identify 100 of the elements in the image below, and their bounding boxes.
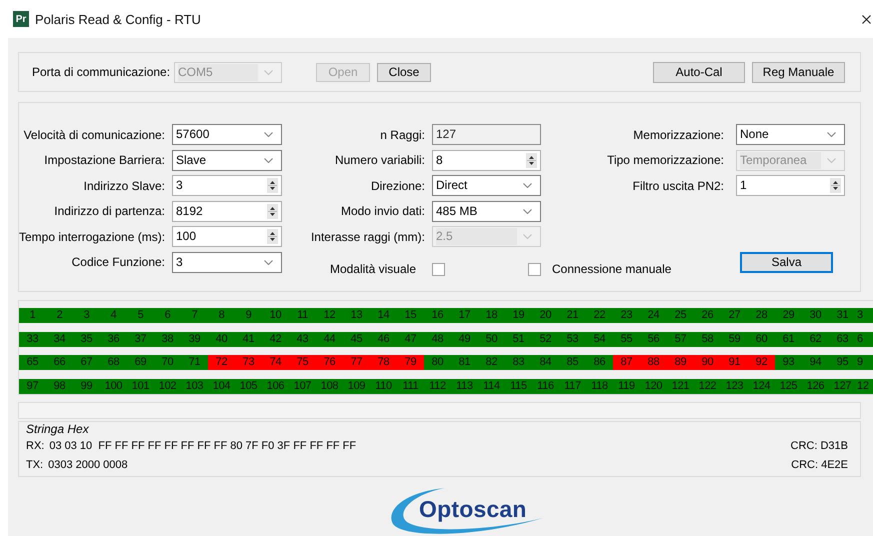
dropdown[interactable]: 485 MB bbox=[432, 200, 541, 222]
beam-cell: 8 bbox=[208, 308, 235, 323]
beam-cell: 90 bbox=[694, 355, 721, 370]
spin-box[interactable]: 100 bbox=[172, 226, 282, 248]
save-button[interactable]: Salva bbox=[740, 252, 833, 273]
beam-cell: 50 bbox=[478, 332, 505, 347]
section-title: Stringa Hex bbox=[26, 423, 90, 436]
beam-cell: 111 bbox=[397, 379, 424, 394]
beam-cell: 39 bbox=[181, 332, 208, 347]
crc-value: CRC: D31B bbox=[790, 440, 848, 452]
beam-cell: 3 bbox=[73, 308, 100, 323]
beam-cell: 3 bbox=[856, 308, 873, 323]
beam-cell: 121 bbox=[667, 379, 694, 394]
beam-cell: 21 bbox=[559, 308, 586, 323]
beam-cell: 127 bbox=[829, 379, 856, 394]
beam-cell: 34 bbox=[46, 332, 73, 347]
beam-cell: 30 bbox=[802, 308, 829, 323]
beam-cell: 53 bbox=[559, 332, 586, 347]
spin-box[interactable]: 3 bbox=[172, 175, 282, 196]
beam-cell: 88 bbox=[640, 355, 667, 370]
hex-data: 0303 2000 0008 bbox=[48, 458, 129, 470]
field-label: Direzione: bbox=[370, 178, 425, 193]
beam-cell: 71 bbox=[181, 355, 208, 370]
dropdown[interactable]: 57600 bbox=[172, 124, 282, 145]
close-icon[interactable] bbox=[862, 15, 871, 24]
logo-text: Optoscan bbox=[419, 496, 527, 523]
beam-cell: 24 bbox=[640, 308, 667, 323]
beam-cell: 99 bbox=[73, 379, 100, 394]
beam-cell: 113 bbox=[451, 379, 478, 394]
app-icon: Pr bbox=[13, 11, 29, 27]
checkbox[interactable] bbox=[528, 262, 541, 276]
button[interactable]: Close bbox=[377, 62, 431, 82]
beam-cell: 72 bbox=[208, 355, 235, 370]
dropdown[interactable]: None bbox=[736, 124, 845, 145]
field-label: Tipo memorizzazione: bbox=[606, 153, 724, 168]
beam-cell: 107 bbox=[289, 379, 316, 394]
beam-cell: 22 bbox=[586, 308, 613, 323]
field-label: Numero variabili: bbox=[334, 153, 425, 168]
beam-cell: 115 bbox=[505, 379, 532, 394]
field-label: Codice Funzione: bbox=[70, 255, 165, 270]
beam-cell: 4 bbox=[100, 308, 127, 323]
beam-cell: 93 bbox=[775, 355, 802, 370]
beam-cell: 78 bbox=[370, 355, 397, 370]
text-field[interactable]: 127 bbox=[432, 124, 541, 145]
beam-cell: 58 bbox=[694, 332, 721, 347]
beam-cell: 13 bbox=[343, 308, 370, 323]
beam-cell: 48 bbox=[424, 332, 451, 347]
beam-cell: 26 bbox=[694, 308, 721, 323]
beam-cell: 87 bbox=[613, 355, 640, 370]
beam-cell: 36 bbox=[100, 332, 127, 347]
beam-cell: 47 bbox=[397, 332, 424, 347]
beam-cell: 44 bbox=[316, 332, 343, 347]
beam-cell: 1 bbox=[19, 308, 46, 323]
beam-cell: 7 bbox=[181, 308, 208, 323]
field-label: Interasse raggi (mm): bbox=[310, 230, 425, 244]
beam-cell: 122 bbox=[694, 379, 721, 394]
beam-cell: 67 bbox=[73, 355, 100, 370]
beam-cell: 15 bbox=[397, 308, 424, 323]
beam-cell: 105 bbox=[235, 379, 262, 394]
beam-cell: 103 bbox=[181, 379, 208, 394]
beam-cell: 95 bbox=[829, 355, 856, 370]
field-label: Filtro uscita PN2: bbox=[632, 178, 724, 193]
beam-cell: 68 bbox=[100, 355, 127, 370]
beam-cell: 27 bbox=[721, 308, 748, 323]
checkbox[interactable] bbox=[432, 262, 445, 276]
chevron-icon bbox=[523, 208, 532, 214]
beam-cell: 114 bbox=[478, 379, 505, 394]
beam-cell: 42 bbox=[262, 332, 289, 347]
button[interactable]: Auto-Cal bbox=[653, 62, 745, 82]
dropdown[interactable]: 3 bbox=[172, 252, 282, 273]
beam-cell: 57 bbox=[667, 332, 694, 347]
crc-value: CRC: 4E2E bbox=[791, 458, 848, 470]
beam-cell: 6 bbox=[856, 332, 873, 347]
beam-cell: 123 bbox=[721, 379, 748, 394]
button[interactable]: Reg Manuale bbox=[752, 62, 845, 82]
beam-cell: 82 bbox=[478, 355, 505, 370]
spin-box[interactable]: 8 bbox=[432, 150, 541, 171]
beam-cell: 86 bbox=[586, 355, 613, 370]
field-label: n Raggi: bbox=[379, 128, 425, 142]
beam-cell: 109 bbox=[343, 379, 370, 394]
field-label: Memorizzazione: bbox=[632, 128, 724, 142]
chevron-icon bbox=[264, 132, 273, 137]
beam-cell: 120 bbox=[640, 379, 667, 394]
beam-cell: 54 bbox=[586, 332, 613, 347]
field-label: Indirizzo Slave: bbox=[82, 178, 165, 193]
beam-cell: 77 bbox=[343, 355, 370, 370]
beam-cell: 83 bbox=[505, 355, 532, 370]
beam-cell: 62 bbox=[802, 332, 829, 347]
beam-cell: 117 bbox=[559, 379, 586, 394]
beam-cell: 116 bbox=[532, 379, 559, 394]
beam-cell: 2 bbox=[46, 308, 73, 323]
beam-cell: 9 bbox=[856, 355, 873, 370]
dropdown[interactable]: Slave bbox=[172, 150, 282, 171]
checkbox-label: Connessione manuale bbox=[551, 262, 672, 276]
beam-cell: 49 bbox=[451, 332, 478, 347]
beam-cell: 106 bbox=[262, 379, 289, 394]
beam-cell: 74 bbox=[262, 355, 289, 370]
dropdown[interactable]: Direct bbox=[432, 175, 541, 196]
spin-box[interactable]: 1 bbox=[736, 175, 845, 196]
spin-box[interactable]: 8192 bbox=[172, 200, 282, 222]
